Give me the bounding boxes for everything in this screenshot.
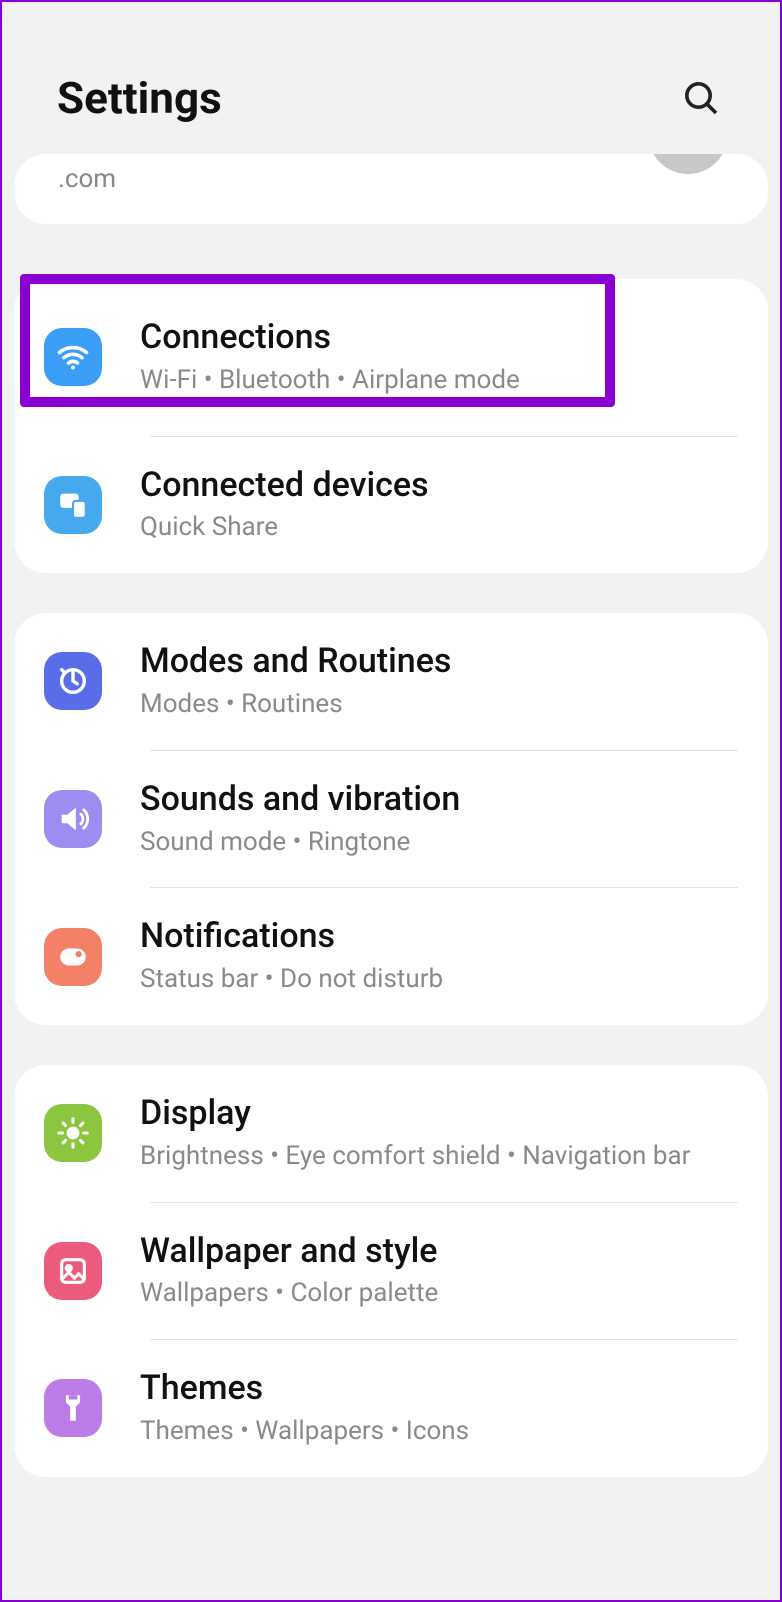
display-icon bbox=[44, 1104, 102, 1162]
header: Settings bbox=[2, 2, 780, 154]
settings-group-connections: Connections Wi-Fi • Bluetooth • Airplane… bbox=[14, 279, 768, 573]
sound-icon bbox=[44, 790, 102, 848]
row-notifications[interactable]: Notifications Status bar • Do not distur… bbox=[14, 888, 768, 1025]
row-connections[interactable]: Connections Wi-Fi • Bluetooth • Airplane… bbox=[14, 279, 768, 436]
row-title: Modes and Routines bbox=[140, 641, 738, 682]
row-title: Sounds and vibration bbox=[140, 779, 738, 820]
row-subtitle: Status bar • Do not disturb bbox=[140, 963, 738, 997]
row-title: Connections bbox=[140, 317, 738, 358]
modes-icon bbox=[44, 652, 102, 710]
notifications-icon bbox=[44, 928, 102, 986]
row-subtitle: Sound mode • Ringtone bbox=[140, 826, 738, 860]
row-text: Modes and Routines Modes • Routines bbox=[140, 641, 738, 722]
search-button[interactable] bbox=[677, 74, 725, 122]
row-connected-devices[interactable]: Connected devices Quick Share bbox=[14, 437, 768, 574]
page-title: Settings bbox=[57, 72, 222, 124]
row-subtitle: Modes • Routines bbox=[140, 688, 738, 722]
row-title: Themes bbox=[140, 1368, 738, 1409]
themes-icon bbox=[44, 1379, 102, 1437]
wallpaper-icon bbox=[44, 1242, 102, 1300]
row-subtitle: Themes • Wallpapers • Icons bbox=[140, 1415, 738, 1449]
account-email-fragment: .com bbox=[44, 164, 116, 194]
row-subtitle: Quick Share bbox=[140, 511, 738, 545]
settings-group-modes: Modes and Routines Modes • Routines Soun… bbox=[14, 613, 768, 1025]
row-text: Connected devices Quick Share bbox=[140, 465, 738, 546]
avatar bbox=[648, 154, 728, 174]
row-text: Wallpaper and style Wallpapers • Color p… bbox=[140, 1231, 738, 1312]
account-card[interactable]: .com bbox=[14, 154, 768, 224]
row-title: Connected devices bbox=[140, 465, 738, 506]
row-text: Notifications Status bar • Do not distur… bbox=[140, 916, 738, 997]
row-modes-routines[interactable]: Modes and Routines Modes • Routines bbox=[14, 613, 768, 750]
settings-group-display: Display Brightness • Eye comfort shield … bbox=[14, 1065, 768, 1477]
devices-icon bbox=[44, 476, 102, 534]
row-sounds-vibration[interactable]: Sounds and vibration Sound mode • Ringto… bbox=[14, 751, 768, 888]
row-title: Notifications bbox=[140, 916, 738, 957]
row-subtitle: Wi-Fi • Bluetooth • Airplane mode bbox=[140, 364, 738, 398]
row-text: Sounds and vibration Sound mode • Ringto… bbox=[140, 779, 738, 860]
row-display[interactable]: Display Brightness • Eye comfort shield … bbox=[14, 1065, 768, 1202]
row-text: Connections Wi-Fi • Bluetooth • Airplane… bbox=[140, 317, 738, 398]
search-icon bbox=[681, 78, 721, 118]
row-wallpaper-style[interactable]: Wallpaper and style Wallpapers • Color p… bbox=[14, 1203, 768, 1340]
row-text: Display Brightness • Eye comfort shield … bbox=[140, 1093, 738, 1174]
row-subtitle: Brightness • Eye comfort shield • Naviga… bbox=[140, 1140, 738, 1174]
row-text: Themes Themes • Wallpapers • Icons bbox=[140, 1368, 738, 1449]
row-title: Wallpaper and style bbox=[140, 1231, 738, 1272]
wifi-icon bbox=[44, 328, 102, 386]
row-subtitle: Wallpapers • Color palette bbox=[140, 1277, 738, 1311]
row-title: Display bbox=[140, 1093, 738, 1134]
row-themes[interactable]: Themes Themes • Wallpapers • Icons bbox=[14, 1340, 768, 1477]
